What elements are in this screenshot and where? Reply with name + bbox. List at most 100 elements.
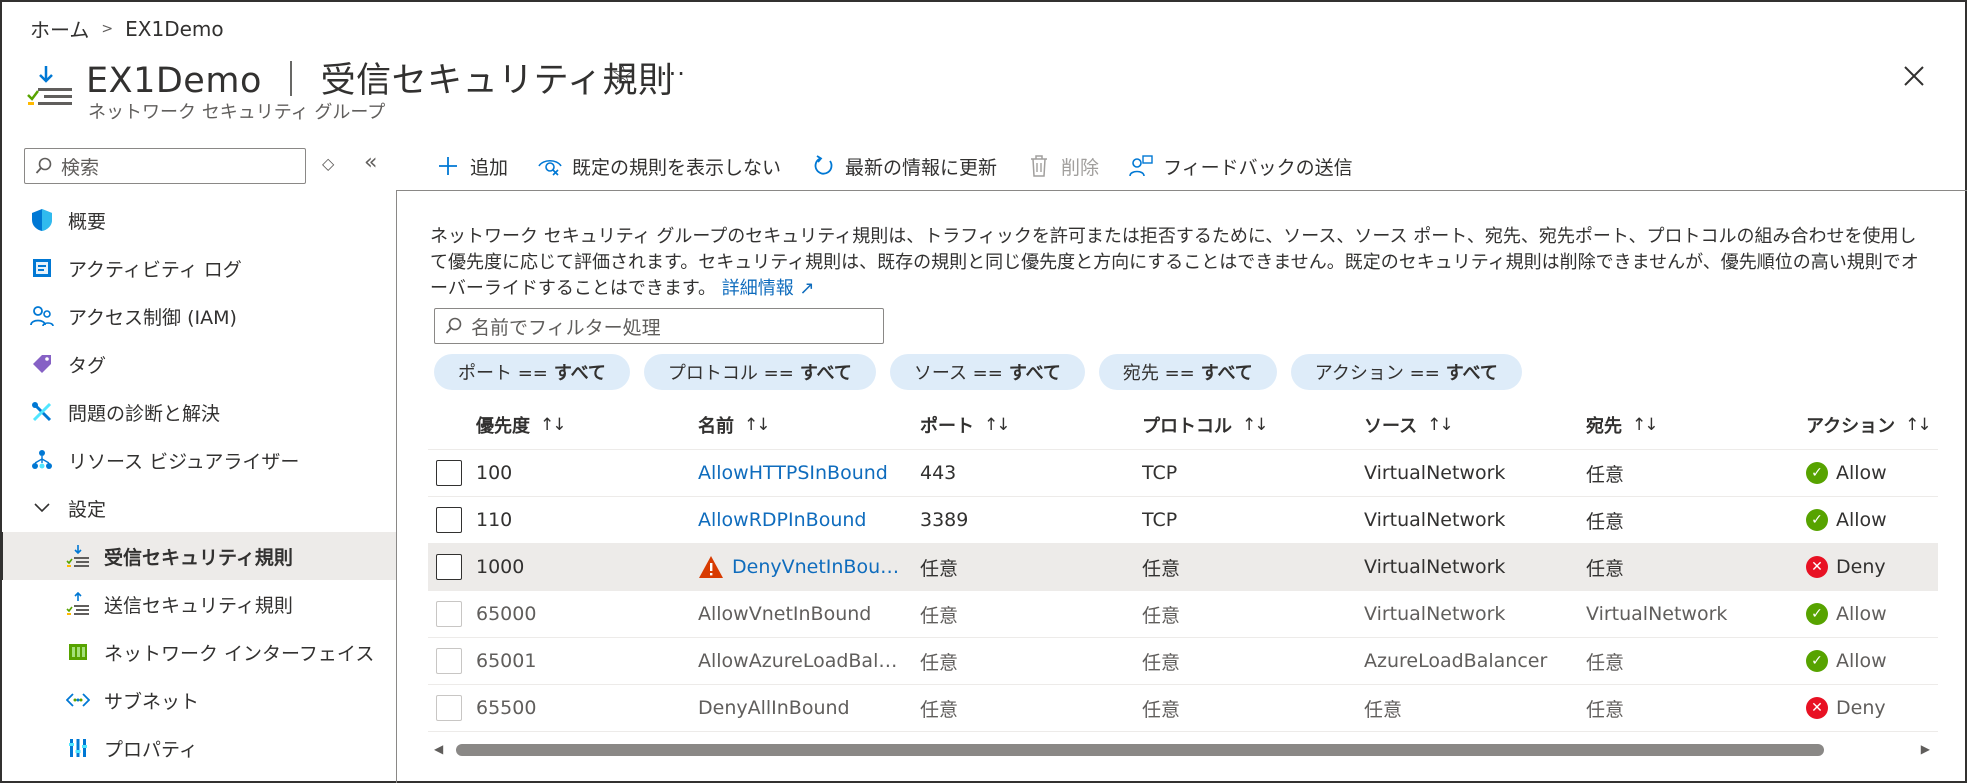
more-options-icon[interactable]: ···: [660, 60, 686, 88]
column-header-name[interactable]: 名前 ↑↓: [698, 400, 903, 449]
destination-cell: 任意: [1586, 510, 1625, 533]
sidebar-item-label: 概要: [68, 210, 107, 233]
sidebar-item-label: 問題の診断と解決: [68, 402, 221, 425]
sidebar-item-activity-log[interactable]: アクティビティ ログ: [0, 244, 396, 292]
description: ネットワーク セキュリティ グループのセキュリティ規則は、トラフィックを許可また…: [430, 224, 1930, 302]
sidebar-item-tags[interactable]: タグ: [0, 340, 396, 388]
protocol-cell: 任意: [1142, 557, 1181, 580]
sort-icon: ↑↓: [540, 414, 567, 435]
delete-button[interactable]: 削除: [1027, 153, 1099, 180]
column-header-port[interactable]: ポート ↑↓: [920, 400, 1120, 449]
scroll-right-icon[interactable]: ▶: [1921, 742, 1930, 756]
column-header-protocol[interactable]: プロトコル ↑↓: [1142, 400, 1342, 449]
table-row[interactable]: 110 AllowRDPInBound 3389 TCP VirtualNetw…: [428, 497, 1938, 544]
row-checkbox[interactable]: [436, 554, 462, 580]
horizontal-scrollbar[interactable]: ◀ ▶: [430, 740, 1930, 760]
feedback-label: フィードバックの送信: [1163, 156, 1353, 179]
sidebar-search-placeholder: 検索: [61, 156, 100, 179]
priority-cell: 110: [476, 509, 513, 531]
row-checkbox[interactable]: [436, 507, 462, 533]
sidebar-item-network-interfaces[interactable]: ネットワーク インターフェイス: [0, 628, 396, 676]
nic-icon: [66, 640, 90, 664]
sidebar-item-label: サブネット: [104, 690, 200, 713]
table-row[interactable]: 100 AllowHTTPSInBound 443 TCP VirtualNet…: [428, 450, 1938, 497]
destination-cell: 任意: [1586, 557, 1625, 580]
filter-pill-protocol[interactable]: プロトコル == すべて: [643, 354, 876, 390]
learn-more-link[interactable]: 詳細情報 ↗: [722, 278, 815, 299]
port-cell: 任意: [920, 651, 959, 674]
sidebar-group-settings[interactable]: 設定: [0, 484, 396, 532]
table-row[interactable]: 65001 AllowAzureLoadBal… 任意 任意 AzureLoad…: [428, 638, 1938, 685]
column-header-source[interactable]: ソース ↑↓: [1364, 400, 1564, 449]
action-cell: ✓ Allow: [1806, 497, 1936, 543]
expand-collapse-icon[interactable]: ◇: [322, 154, 334, 173]
filter-placeholder: 名前でフィルター処理: [471, 316, 661, 339]
visualizer-icon: [30, 448, 54, 472]
sidebar-item-diagnose[interactable]: 問題の診断と解決: [0, 388, 396, 436]
filter-pill-source[interactable]: ソース == すべて: [889, 354, 1085, 390]
sort-icon: ↑↓: [1632, 414, 1658, 435]
table-row[interactable]: 1000 DenyVnetInBou… 任意 任意 VirtualNetwork…: [428, 544, 1938, 591]
sidebar-item-overview[interactable]: 概要: [0, 196, 396, 244]
sidebar-item-iam[interactable]: アクセス制御 (IAM): [0, 292, 396, 340]
sidebar-item-properties[interactable]: プロパティ: [0, 724, 396, 772]
scroll-left-icon[interactable]: ◀: [434, 742, 443, 756]
rule-name-cell: AllowAzureLoadBal…: [698, 650, 898, 672]
sort-icon: ↑↓: [984, 414, 1010, 435]
breadcrumb-home[interactable]: ホーム: [30, 14, 89, 43]
column-header-priority[interactable]: 優先度 ↑↓: [476, 400, 676, 449]
deny-x-icon: ✕: [1806, 556, 1828, 578]
allow-check-icon: ✓: [1806, 509, 1828, 531]
name-filter-input[interactable]: 名前でフィルター処理: [434, 308, 884, 344]
rule-name-link[interactable]: DenyVnetInBou…: [732, 556, 899, 578]
page-subtitle: ネットワーク セキュリティ グループ: [88, 102, 386, 123]
pill-value: すべて: [553, 363, 606, 384]
sidebar-item-label: プロパティ: [104, 738, 198, 761]
pill-label: 宛先 ==: [1122, 363, 1195, 384]
favorite-star-icon[interactable]: ☆: [611, 60, 634, 90]
protocol-cell: 任意: [1142, 698, 1181, 721]
pill-value: すべて: [1008, 363, 1061, 384]
filter-pill-action[interactable]: アクション == すべて: [1290, 354, 1522, 390]
outbound-icon: [66, 592, 90, 616]
hide-default-rules-button[interactable]: 既定の規則を表示しない: [538, 153, 781, 180]
rule-name-link[interactable]: AllowRDPInBound: [698, 497, 903, 543]
feedback-button[interactable]: フィードバックの送信: [1129, 153, 1353, 180]
scrollbar-thumb[interactable]: [456, 744, 1824, 756]
port-cell: 3389: [920, 509, 969, 531]
sidebar-item-outbound-rules[interactable]: 送信セキュリティ規則: [0, 580, 396, 628]
filter-pill-destination[interactable]: 宛先 == すべて: [1098, 354, 1277, 390]
destination-cell: 任意: [1586, 651, 1625, 674]
collapse-sidebar-icon[interactable]: «: [364, 150, 377, 175]
column-header-destination[interactable]: 宛先 ↑↓: [1586, 400, 1786, 449]
search-icon: [445, 317, 462, 334]
destination-cell: 任意: [1586, 463, 1625, 486]
sidebar-item-resource-visualizer[interactable]: リソース ビジュアライザー: [0, 436, 396, 484]
table-row[interactable]: 65500 DenyAllInBound 任意 任意 任意 任意 ✕ Deny: [428, 685, 1938, 732]
rule-name-cell: DenyVnetInBou…: [698, 544, 903, 590]
breadcrumb-current[interactable]: EX1Demo: [125, 17, 224, 41]
close-icon[interactable]: [1900, 62, 1928, 90]
refresh-button[interactable]: 最新の情報に更新: [811, 153, 997, 180]
table-row[interactable]: 65000 AllowVnetInBound 任意 任意 VirtualNetw…: [428, 591, 1938, 638]
sidebar-search-input[interactable]: 検索: [24, 148, 306, 184]
sidebar-item-label: アクティビティ ログ: [68, 258, 242, 281]
action-cell: ✕ Deny: [1806, 544, 1936, 590]
action-cell: ✓ Allow: [1806, 591, 1936, 637]
row-checkbox[interactable]: [436, 460, 462, 486]
page-title: EX1Demo ｜ 受信セキュリティ規則: [86, 61, 674, 101]
port-cell: 任意: [920, 698, 959, 721]
breadcrumb: ホーム > EX1Demo: [30, 14, 224, 43]
priority-cell: 65000: [476, 603, 537, 625]
sidebar-item-subnets[interactable]: サブネット: [0, 676, 396, 724]
column-header-action[interactable]: アクション ↑↓: [1806, 400, 1936, 449]
deny-x-icon: ✕: [1806, 697, 1828, 719]
sidebar-item-inbound-rules[interactable]: 受信セキュリティ規則: [0, 532, 396, 580]
sidebar-item-label: 設定: [68, 498, 107, 521]
filter-pill-port[interactable]: ポート == すべて: [434, 354, 630, 390]
allow-check-icon: ✓: [1806, 603, 1828, 625]
add-button[interactable]: 追加: [436, 153, 508, 180]
properties-icon: [66, 736, 90, 760]
allow-check-icon: ✓: [1806, 650, 1828, 672]
rule-name-link[interactable]: AllowHTTPSInBound: [698, 450, 903, 496]
